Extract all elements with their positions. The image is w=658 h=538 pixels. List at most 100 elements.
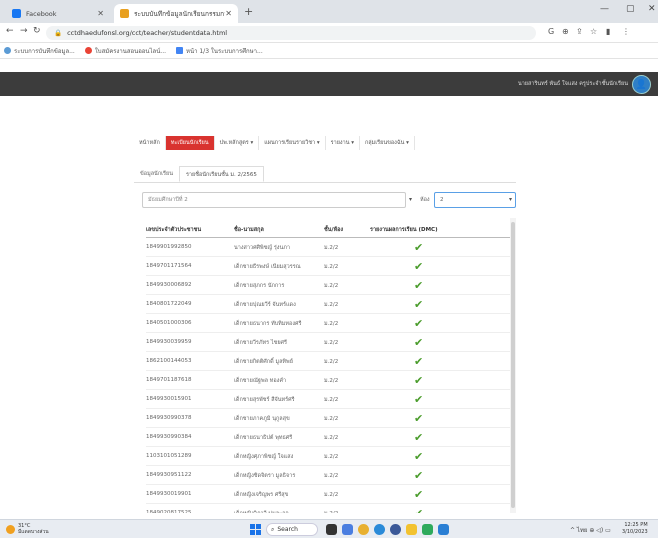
table-row: 1862100144053 เด็กชายกิตติศักดิ์ มูลทิพย์…: [146, 352, 510, 371]
scrollbar-thumb[interactable]: [511, 222, 515, 508]
check-icon[interactable]: ✔: [414, 450, 423, 463]
user-name: นายสารินทร์ พันธ์ ใจแสง ครูประจำชั้นนักเ…: [517, 81, 628, 87]
back-icon[interactable]: ←: [6, 26, 14, 36]
tab-class-list[interactable]: รายชื่อนักเรียนชั้น ม. 2/2565: [178, 166, 264, 182]
star-icon[interactable]: ☆: [590, 27, 597, 36]
table-row: 1849701187618 เด็กชายณัฐพล ทองคำ ม.2/2 ✔: [146, 371, 510, 390]
table-row: 1103101051289 เด็กหญิงศุภาพิชญ์ ใจแสง ม.2/…: [146, 447, 510, 466]
bookmark-item[interactable]: ใบสมัครงานสอนออนไลน์...: [84, 46, 167, 56]
row-room: ม.2/2: [324, 435, 339, 441]
sub-tabs: ข้อมูลนักเรียน รายชื่อนักเรียนชั้น ม. 2/…: [134, 166, 264, 182]
check-icon[interactable]: ✔: [414, 412, 423, 425]
profile-icon[interactable]: ⋮: [622, 27, 630, 36]
table-row: 1840801722049 เด็กชายปุณยวีร์ จันทร์แดง ม.…: [146, 295, 510, 314]
search-label: Search: [277, 526, 298, 533]
avatar[interactable]: 👤: [632, 75, 651, 94]
row-name: เด็กชายสุรพัชร์ สีจันทร์ศรี: [234, 397, 295, 403]
facebook-icon: [12, 9, 21, 18]
chevron-down-icon[interactable]: ▾: [509, 196, 512, 203]
nav-student-register[interactable]: ทะเบียนนักเรียน: [165, 136, 215, 150]
chat-icon[interactable]: [342, 524, 353, 535]
row-room: ม.2/2: [324, 454, 339, 460]
class-select[interactable]: มัธยมศึกษาปีที่ 2: [142, 192, 406, 208]
row-room: ม.2/2: [324, 359, 339, 365]
new-tab-button[interactable]: +: [244, 5, 253, 18]
row-name: เด็กหญิงศุภาพิชญ์ ใจแสง: [234, 454, 294, 460]
row-name: นางสาวศศิพิชญ์ รุ่งนภา: [234, 245, 290, 251]
check-icon[interactable]: ✔: [414, 241, 423, 254]
tab-title: ระบบบันทึกข้อมูลนักเรียนกรรมการบริ: [134, 9, 225, 18]
table-row: 1840501000306 เด็กชายธนากร ทับทิมทองศรี ม.…: [146, 314, 510, 333]
check-icon[interactable]: ✔: [414, 393, 423, 406]
row-id: 1849701187618: [146, 377, 192, 383]
divider: [134, 182, 516, 183]
check-icon[interactable]: ✔: [414, 317, 423, 330]
windows-start-icon[interactable]: [250, 524, 261, 535]
close-icon[interactable]: ✕: [225, 9, 232, 18]
sidepanel-icon[interactable]: ▮: [606, 27, 610, 36]
row-room: ม.2/2: [324, 378, 339, 384]
clock[interactable]: 12:25 PM 3/10/2023: [622, 522, 648, 536]
nav-home[interactable]: หน้าหลัก: [134, 136, 166, 150]
row-room: ม.2/2: [324, 321, 339, 327]
nav-curriculum[interactable]: ปพ.หลักสูตร ▾: [215, 136, 260, 150]
check-icon[interactable]: ✔: [414, 260, 423, 273]
check-icon[interactable]: ✔: [414, 469, 423, 482]
room-select[interactable]: 2: [434, 192, 516, 208]
check-icon[interactable]: ✔: [414, 507, 423, 513]
check-icon[interactable]: ✔: [414, 374, 423, 387]
check-icon[interactable]: ✔: [414, 355, 423, 368]
maximize-icon[interactable]: ▢: [626, 4, 635, 14]
header-room: ชั้น/ห้อง: [324, 227, 344, 233]
row-name: เด็กชายกิตติศักดิ์ มูลทิพย์: [234, 359, 293, 365]
room-label: ห้อง: [420, 197, 430, 203]
address-bar[interactable]: 🔒 cctdhaedufonsl.org/cct/teacher/student…: [46, 26, 536, 40]
edge-icon[interactable]: [374, 524, 385, 535]
chevron-down-icon[interactable]: ▾: [409, 196, 412, 203]
share-icon[interactable]: ⇪: [576, 27, 583, 36]
row-room: ม.2/2: [324, 283, 339, 289]
check-icon[interactable]: ✔: [414, 488, 423, 501]
clock-time: 12:25 PM: [624, 522, 648, 528]
tab-student-system[interactable]: ระบบบันทึกข้อมูลนักเรียนกรรมการบริ ✕: [114, 4, 238, 23]
task-view-icon[interactable]: [326, 524, 337, 535]
check-icon[interactable]: ✔: [414, 431, 423, 444]
tab-student-info[interactable]: ข้อมูลนักเรียน: [134, 166, 179, 182]
forward-icon[interactable]: →: [20, 26, 28, 36]
row-room: ม.2/2: [324, 510, 338, 513]
weather-widget[interactable]: 31°C มีแดดบางส่วน: [6, 523, 49, 535]
window-close-icon[interactable]: ✕: [648, 4, 656, 14]
reload-icon[interactable]: ↻: [33, 26, 41, 36]
bookmark-label: ระบบการบันทึกข้อมูล...: [14, 47, 75, 55]
chrome-icon[interactable]: [358, 524, 369, 535]
word-icon[interactable]: [438, 524, 449, 535]
taskbar-search[interactable]: ⌕ Search: [266, 523, 318, 536]
nav-lesson-plan[interactable]: แผนการเรียนรายวิชา ▾: [259, 136, 326, 150]
zoom-icon[interactable]: ⊕: [562, 27, 569, 36]
bookmark-label: ใบสมัครงานสอนออนไลน์...: [94, 47, 167, 55]
tab-facebook[interactable]: Facebook ✕: [6, 4, 110, 23]
bookmark-icon: [4, 47, 11, 54]
school-icon: [120, 9, 129, 18]
close-icon[interactable]: ✕: [97, 9, 104, 18]
row-room: ม.2/2: [324, 302, 339, 308]
bookmark-item[interactable]: ระบบการบันทึกข้อมูล...: [4, 46, 75, 56]
row-id: 1840501000306: [146, 320, 192, 326]
check-icon[interactable]: ✔: [414, 298, 423, 311]
row-name: เด็กชายภาคภูมิ นุกูลสุข: [234, 416, 290, 422]
system-tray[interactable]: ^ ไทย ⊕ ◁) ▭: [570, 525, 611, 535]
google-lens-icon[interactable]: G: [548, 27, 554, 36]
store-icon[interactable]: [422, 524, 433, 535]
row-name: เด็กหญิงชิดจิตรา มูลธิจาร: [234, 473, 296, 479]
browser-tab-strip: Facebook ✕ ระบบบันทึกข้อมูลนักเรียนกรรมก…: [0, 0, 658, 23]
meet-icon[interactable]: [390, 524, 401, 535]
file-explorer-icon[interactable]: [406, 524, 417, 535]
row-room: ม.2/2: [324, 264, 339, 270]
check-icon[interactable]: ✔: [414, 336, 423, 349]
check-icon[interactable]: ✔: [414, 279, 423, 292]
bookmark-item[interactable]: หน้า 1/3 ในระบบการศึกษา...: [176, 46, 263, 56]
minimize-icon[interactable]: —: [600, 4, 609, 14]
row-room: ม.2/2: [324, 340, 339, 346]
nav-reports[interactable]: รายงาน ▾: [326, 136, 360, 150]
nav-my-groups[interactable]: กลุ่มเรียนของฉัน ▾: [360, 136, 415, 150]
